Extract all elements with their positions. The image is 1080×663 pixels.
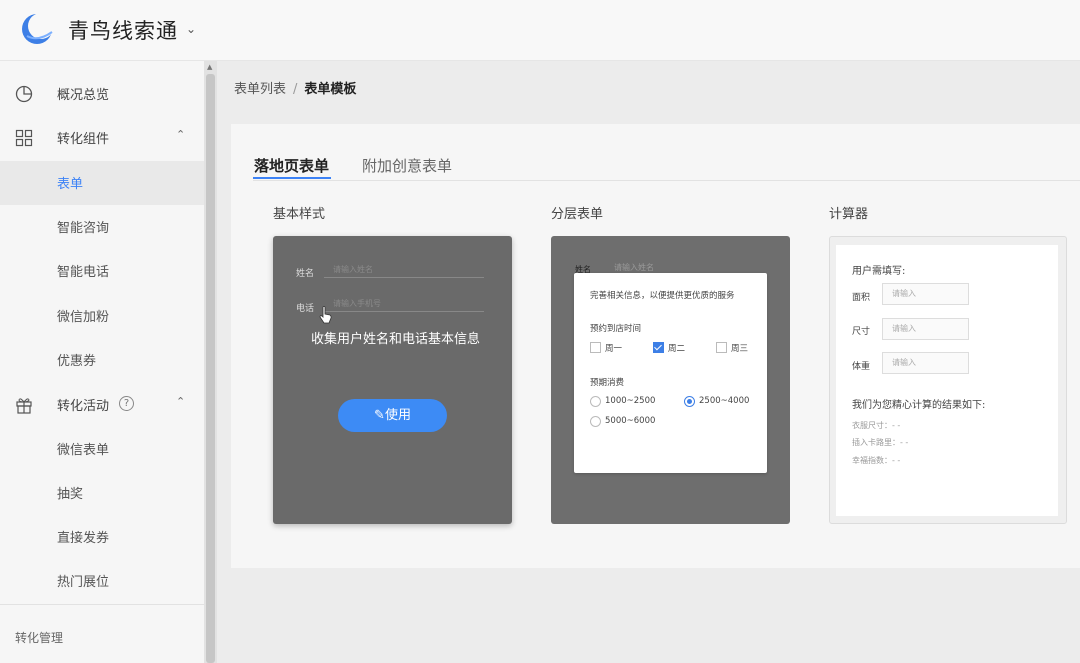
sidebar-item-hot-booth[interactable]: 热门展位	[0, 559, 204, 603]
sidebar-item-label: 转化组件	[57, 132, 110, 147]
sidebar-item-conversion-activity[interactable]: 转化活动 ? ⌃	[0, 383, 204, 427]
sidebar-item-label: 热门展位	[57, 575, 110, 590]
weight-input-preview: 请输入	[882, 352, 969, 374]
active-tab-indicator	[253, 177, 331, 179]
sidebar-section-conversion-management[interactable]: 转化管理	[15, 629, 63, 646]
radio-label: 1000~2500	[605, 396, 656, 406]
radio-label: 5000~6000	[605, 416, 656, 426]
result-line: 衣服尺寸：- -	[852, 421, 901, 430]
sidebar-item-label: 智能咨询	[57, 221, 110, 236]
breadcrumb-current: 表单模板	[304, 82, 357, 97]
sidebar-item-overview[interactable]: 概况总览	[0, 72, 204, 116]
template-card-basic[interactable]	[273, 236, 512, 524]
question-budget: 预期消费	[590, 378, 625, 388]
sidebar-item-label: 微信表单	[57, 443, 110, 458]
gift-icon	[16, 398, 32, 414]
checkbox-day-3[interactable]	[716, 342, 727, 353]
chevron-down-icon[interactable]: ⌄	[186, 22, 196, 36]
sidebar-item-label: 表单	[57, 177, 84, 192]
radio-range-3[interactable]	[590, 416, 601, 427]
field-label: 尺寸	[852, 327, 871, 337]
size-input-preview: 请输入	[882, 318, 969, 340]
sidebar-item-label: 概况总览	[57, 88, 110, 103]
sidebar-scrollbar-thumb[interactable]	[206, 74, 215, 663]
radio-label: 2500~4000	[699, 396, 750, 406]
sidebar-item-form[interactable]: 表单	[0, 161, 204, 205]
result-line: 幸福指数：- -	[852, 456, 901, 465]
result-heading: 我们为您精心计算的结果如下:	[852, 400, 986, 411]
pie-chart-icon	[15, 85, 33, 103]
sidebar-item-label: 转化活动	[57, 399, 110, 414]
grid-icon	[15, 129, 33, 147]
radio-range-1[interactable]	[590, 396, 601, 407]
name-label: 姓名	[296, 269, 315, 279]
help-icon[interactable]: ?	[119, 396, 134, 411]
sidebar-item-direct-coupon[interactable]: 直接发券	[0, 515, 204, 559]
sidebar-item-label: 抽奖	[57, 487, 84, 502]
checkbox-label: 周三	[731, 344, 749, 354]
checkbox-label: 周二	[668, 344, 686, 354]
chevron-up-icon: ⌃	[176, 395, 186, 408]
sidebar-item-smart-phone[interactable]: 智能电话	[0, 249, 204, 293]
breadcrumb: 表单列表 / 表单模板	[234, 78, 356, 97]
app-brand[interactable]: 青鸟线索通	[68, 15, 178, 45]
hand-cursor-icon	[319, 306, 332, 324]
tabs-divider	[253, 180, 1080, 181]
name-input-preview: 请输入姓名	[324, 262, 484, 278]
use-template-button[interactable]: ✎使用	[338, 399, 447, 432]
sidebar-item-lottery[interactable]: 抽奖	[0, 471, 204, 515]
sidebar-item-wechat-form[interactable]: 微信表单	[0, 427, 204, 471]
sidebar-item-wechat-follow[interactable]: 微信加粉	[0, 294, 204, 338]
template-title-calculator: 计算器	[829, 207, 869, 222]
sidebar-item-smart-consult[interactable]: 智能咨询	[0, 205, 204, 249]
chevron-up-icon: ⌃	[176, 128, 186, 141]
sidebar-item-label: 优惠券	[57, 354, 97, 369]
question-visit-time: 预约到店时间	[590, 324, 642, 334]
tab-landing-page-form[interactable]: 落地页表单	[254, 155, 329, 176]
checkbox-day-1[interactable]	[590, 342, 601, 353]
calculator-heading: 用户需填写:	[852, 266, 906, 277]
template-title-layered: 分层表单	[551, 207, 604, 222]
top-bar: 青鸟线索通 ⌄	[0, 0, 1080, 61]
phone-label: 电话	[296, 304, 315, 314]
sidebar-item-conversion-components[interactable]: 转化组件 ⌃	[0, 116, 204, 160]
template-title-basic: 基本样式	[273, 207, 326, 222]
radio-range-2[interactable]	[684, 396, 695, 407]
tab-creative-form[interactable]: 附加创意表单	[362, 155, 452, 176]
checkbox-day-2[interactable]	[653, 342, 664, 353]
sidebar: 概况总览 转化组件 ⌃ 表单 智能咨询 智能电话 微信加粉 优惠券 转化活动 ?…	[0, 61, 204, 663]
scroll-up-arrow-icon[interactable]: ▲	[207, 63, 212, 71]
sidebar-item-coupon[interactable]: 优惠券	[0, 338, 204, 382]
logo-icon	[22, 13, 54, 44]
field-label: 面积	[852, 293, 871, 303]
basic-template-description: 收集用户姓名和电话基本信息	[311, 332, 481, 347]
breadcrumb-link-form-list[interactable]: 表单列表	[234, 82, 286, 97]
result-line: 插入卡路里：- -	[852, 438, 909, 447]
sidebar-divider	[0, 604, 204, 605]
area-input-preview: 请输入	[882, 283, 969, 305]
field-label: 体重	[852, 362, 871, 372]
breadcrumb-separator: /	[293, 82, 298, 97]
sidebar-item-label: 直接发券	[57, 531, 110, 546]
modal-prompt: 完善相关信息，以便提供更优质的服务	[590, 291, 735, 301]
checkbox-label: 周一	[605, 344, 623, 354]
sidebar-item-label: 智能电话	[57, 265, 110, 280]
phone-input-preview: 请输入手机号	[324, 296, 484, 312]
layered-form-modal	[574, 273, 767, 473]
sidebar-item-label: 微信加粉	[57, 310, 110, 325]
